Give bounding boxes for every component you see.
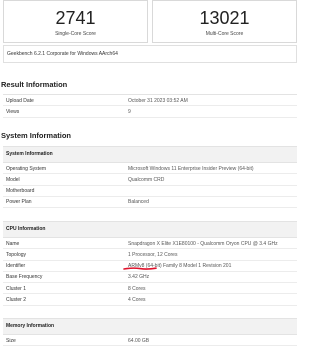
geekbench-result-page: 2741 Single-Core Score 13021 Multi-Core … bbox=[0, 0, 300, 347]
memory-table: Memory Information Size 64.00 GB bbox=[3, 318, 297, 347]
row-value: 3.42 GHz bbox=[128, 274, 150, 281]
table-row: Cluster 1 8 Cores bbox=[3, 283, 297, 295]
red-underline-annotation bbox=[123, 266, 157, 270]
row-value: Qualcomm CRD bbox=[128, 176, 165, 183]
table-row: Model Qualcomm CRD bbox=[3, 174, 297, 186]
table-row: Views 9 bbox=[3, 106, 297, 118]
row-label: Identifier bbox=[6, 263, 26, 270]
row-value: 64.00 GB bbox=[128, 337, 150, 344]
table-row: Operating System Microsoft Windows 11 En… bbox=[3, 163, 297, 175]
memory-table-header-label: Memory Information bbox=[6, 323, 55, 329]
row-value: 1 Processor, 12 Cores bbox=[128, 251, 178, 258]
table-row: Upload Date October 31 2023 03:52 AM bbox=[3, 95, 297, 107]
row-label: Base Frequency bbox=[6, 274, 43, 281]
memory-table-header: Memory Information bbox=[3, 319, 297, 335]
score-cards: 2741 Single-Core Score 13021 Multi-Core … bbox=[3, 0, 297, 43]
row-label: Operating System bbox=[6, 165, 47, 172]
row-label: Views bbox=[6, 108, 20, 115]
result-information-title: Result Information bbox=[1, 80, 68, 89]
row-label: Power Plan bbox=[6, 199, 32, 206]
result-information-table: Upload Date October 31 2023 03:52 AM Vie… bbox=[3, 94, 297, 118]
single-core-score-card: 2741 Single-Core Score bbox=[3, 0, 148, 43]
row-value: Snapdragon X Elite X1E80100 - Qualcomm O… bbox=[128, 240, 278, 247]
table-row: Cluster 2 4 Cores bbox=[3, 294, 297, 306]
single-core-score-label: Single-Core Score bbox=[55, 31, 96, 37]
row-label: Size bbox=[6, 337, 16, 344]
row-label: Cluster 2 bbox=[6, 296, 27, 303]
table-row: Name Snapdragon X Elite X1E80100 - Qualc… bbox=[3, 238, 297, 250]
row-value: October 31 2023 03:52 AM bbox=[128, 97, 188, 104]
cpu-table: CPU Information Name Snapdragon X Elite … bbox=[3, 221, 297, 306]
row-value: 9 bbox=[128, 108, 131, 115]
table-row: Topology 1 Processor, 12 Cores bbox=[3, 249, 297, 261]
cpu-table-header: CPU Information bbox=[3, 222, 297, 238]
table-row: Identifier ARMv8 (64-bit) Family 8 Model… bbox=[3, 261, 297, 272]
system-table: System Information Operating System Micr… bbox=[3, 146, 297, 209]
system-information-title: System Information bbox=[1, 131, 72, 140]
version-box: Geekbench 6.2.1 Corporate for Windows AA… bbox=[3, 45, 297, 63]
multi-core-score-label: Multi-Core Score bbox=[205, 31, 244, 37]
table-row: Base Frequency 3.42 GHz bbox=[3, 272, 297, 284]
table-row: Motherboard bbox=[3, 186, 297, 197]
row-value: 8 Cores bbox=[128, 285, 146, 292]
table-row: Size 64.00 GB bbox=[3, 335, 297, 347]
system-table-header-label: System Information bbox=[6, 151, 53, 157]
row-label: Motherboard bbox=[6, 188, 35, 195]
multi-core-score-value: 13021 bbox=[199, 8, 250, 28]
cpu-table-header-label: CPU Information bbox=[6, 226, 46, 232]
row-label: Cluster 1 bbox=[6, 285, 27, 292]
row-label: Upload Date bbox=[6, 97, 34, 104]
table-row: Power Plan Balanced bbox=[3, 197, 297, 209]
multi-core-score-card: 13021 Multi-Core Score bbox=[152, 0, 297, 43]
row-label: Topology bbox=[6, 251, 27, 258]
row-value: Balanced bbox=[128, 199, 149, 206]
row-value: 4 Cores bbox=[128, 296, 146, 303]
system-table-header: System Information bbox=[3, 147, 297, 163]
row-label: Name bbox=[6, 240, 20, 247]
row-label: Model bbox=[6, 176, 20, 183]
row-value: Microsoft Windows 11 Enterprise Insider … bbox=[128, 165, 254, 172]
single-core-score-value: 2741 bbox=[55, 8, 96, 28]
version-text: Geekbench 6.2.1 Corporate for Windows AA… bbox=[7, 51, 118, 57]
